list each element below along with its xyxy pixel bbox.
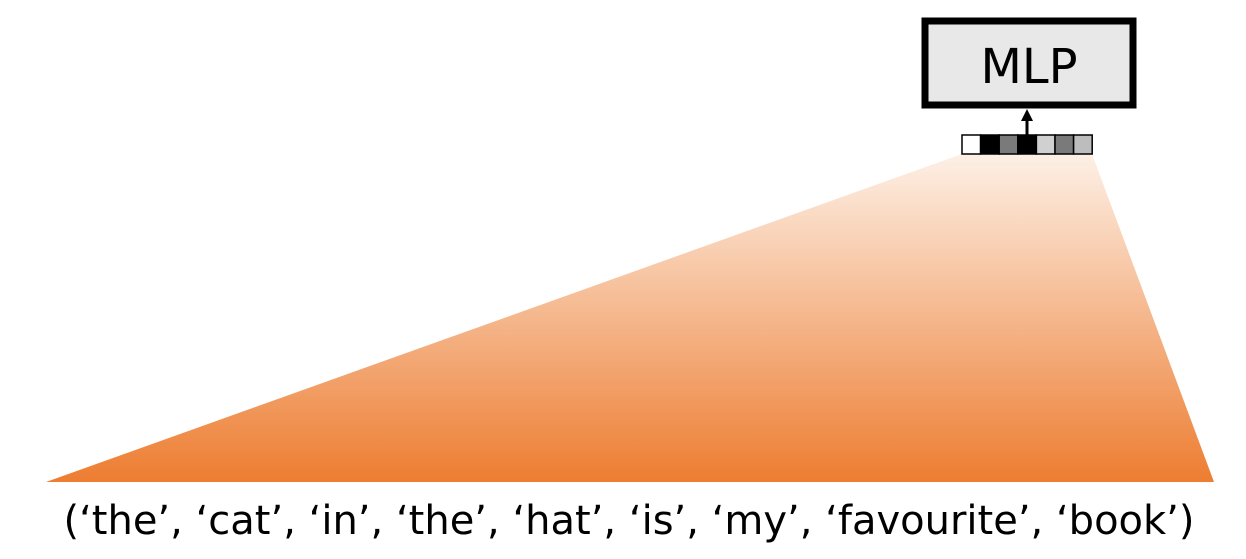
embedding-cell	[1054, 134, 1075, 155]
embedding-cell	[979, 134, 1000, 155]
token-sequence: (‘the’, ‘cat’, ‘in’, ‘the’, ‘hat’, ‘is’,…	[63, 498, 1194, 544]
embedding-cell	[961, 134, 982, 155]
embedding-cell	[1017, 134, 1038, 155]
embedding-cell	[1035, 134, 1056, 155]
embedding-cell	[998, 134, 1019, 155]
arrow-head-icon	[1021, 109, 1033, 121]
receptive-field-fan	[46, 154, 1214, 482]
embedding-cell	[1072, 134, 1093, 155]
mlp-label: MLP	[980, 39, 1077, 95]
diagram-canvas: MLP (‘the’, ‘cat’, ‘in’, ‘the’, ‘hat’, ‘…	[46, 17, 1214, 544]
embedding-vector	[961, 134, 1093, 155]
